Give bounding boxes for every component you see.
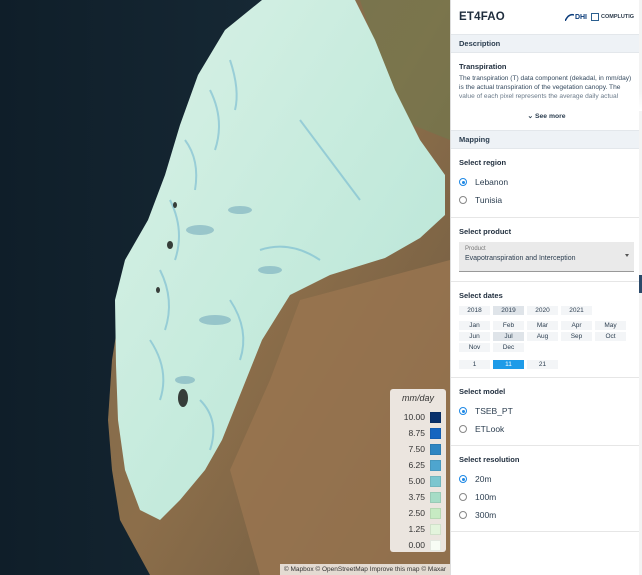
month-chip-active[interactable]: Jul [493, 332, 524, 341]
dates-group: Select dates 2018 2019 2020 2021 Jan Feb… [451, 282, 642, 378]
day-chip[interactable]: 1 [459, 360, 490, 369]
mapping-header[interactable]: Mapping [451, 130, 642, 149]
chevron-down-icon: ⌄ [527, 113, 534, 120]
radio-unchecked-icon[interactable] [459, 493, 467, 501]
product-title: Select product [459, 227, 512, 236]
legend-row: 5.00 [395, 473, 441, 489]
see-more-button[interactable]: ⌄ See more [451, 112, 642, 120]
year-chip[interactable]: 2021 [561, 306, 592, 315]
product-select[interactable]: Product Evapotranspiration and Intercept… [459, 242, 634, 272]
month-chip[interactable]: Apr [561, 321, 592, 330]
complutig-logo: COMPLUTIG [591, 13, 634, 21]
legend-swatch [430, 427, 441, 439]
legend-row: 2.50 [395, 505, 441, 521]
legend-swatch [430, 459, 441, 471]
radio-unchecked-icon[interactable] [459, 425, 467, 433]
year-chip[interactable]: 2020 [527, 306, 558, 315]
complutig-logo-icon [591, 13, 599, 21]
radio-unchecked-icon[interactable] [459, 196, 467, 204]
map-attribution[interactable]: © Mapbox © OpenStreetMap Improve this ma… [279, 564, 450, 575]
resolution-title: Select resolution [459, 455, 520, 464]
month-chip[interactable]: Dec [493, 343, 524, 352]
region-option-tunisia[interactable]: Tunisia [459, 191, 634, 209]
legend-row: 3.75 [395, 489, 441, 505]
legend-swatch [430, 523, 441, 535]
month-chip[interactable]: Aug [527, 332, 558, 341]
month-chip[interactable]: Nov [459, 343, 490, 352]
product-group: Select product Product Evapotranspiratio… [451, 218, 642, 282]
map-view[interactable]: mm/day 10.00 8.75 7.50 6.25 5.00 3.75 2.… [0, 0, 450, 575]
month-chip[interactable]: Mar [527, 321, 558, 330]
resolution-option-20m[interactable]: 20m [459, 470, 634, 488]
resolution-option-100m[interactable]: 100m [459, 488, 634, 506]
dhi-logo-icon [564, 13, 574, 21]
legend-row: 7.50 [395, 441, 441, 457]
description-header[interactable]: Description [451, 34, 642, 53]
radio-checked-icon[interactable] [459, 178, 467, 186]
description-section: Transpiration The transpiration (T) data… [451, 53, 642, 130]
product-value: Evapotranspiration and Interception [465, 255, 576, 262]
satellite-map[interactable] [0, 0, 450, 575]
radio-checked-icon[interactable] [459, 407, 467, 415]
caret-down-icon [625, 254, 629, 257]
panel-header: ET4FAO DHI COMPLUTIG [451, 0, 642, 34]
region-title: Select region [459, 158, 507, 167]
year-chip-active[interactable]: 2019 [493, 306, 524, 315]
legend-swatch [430, 539, 441, 551]
dates-title: Select dates [459, 291, 503, 300]
description-title: Transpiration [459, 62, 507, 71]
model-title: Select model [459, 387, 506, 396]
model-option-tseb-pt[interactable]: TSEB_PT [459, 402, 634, 420]
month-chip[interactable]: Oct [595, 332, 626, 341]
legend-row: 1.25 [395, 521, 441, 537]
month-chips: Jan Feb Mar Apr May Jun Jul Aug Sep Oct … [459, 321, 634, 354]
day-chip[interactable]: 21 [527, 360, 558, 369]
legend-swatch [430, 443, 441, 455]
map-legend: mm/day 10.00 8.75 7.50 6.25 5.00 3.75 2.… [390, 389, 446, 552]
partner-logos: DHI COMPLUTIG [564, 13, 634, 21]
radio-unchecked-icon[interactable] [459, 511, 467, 519]
year-chips: 2018 2019 2020 2021 [459, 306, 634, 317]
legend-swatch [430, 491, 441, 503]
resolution-group: Select resolution 20m 100m 300m [451, 446, 642, 532]
model-group: Select model TSEB_PT ETLook [451, 378, 642, 446]
region-group: Select region Lebanon Tunisia [451, 149, 642, 218]
side-panel: ET4FAO DHI COMPLUTIG Description Transpi… [450, 0, 642, 575]
legend-row: 0.00 [395, 537, 441, 553]
legend-title: mm/day [401, 393, 434, 403]
month-chip[interactable]: May [595, 321, 626, 330]
legend-row: 8.75 [395, 425, 441, 441]
year-chip[interactable]: 2018 [459, 306, 490, 315]
dhi-logo: DHI [564, 13, 587, 21]
legend-swatch [430, 507, 441, 519]
month-chip[interactable]: Jun [459, 332, 490, 341]
model-option-etlook[interactable]: ETLook [459, 420, 634, 438]
app-title: ET4FAO [459, 11, 505, 23]
region-option-lebanon[interactable]: Lebanon [459, 173, 634, 191]
month-chip[interactable]: Jan [459, 321, 490, 330]
legend-swatch [430, 475, 441, 487]
day-chip-selected[interactable]: 11 [493, 360, 524, 369]
radio-checked-icon[interactable] [459, 475, 467, 483]
month-chip[interactable]: Sep [561, 332, 592, 341]
legend-swatch [430, 411, 441, 423]
legend-row: 6.25 [395, 457, 441, 473]
day-chips: 1 11 21 [459, 360, 634, 371]
resolution-option-300m[interactable]: 300m [459, 506, 634, 524]
product-field-label: Product [465, 246, 486, 252]
legend-row: 10.00 [395, 409, 441, 425]
description-fade [451, 91, 642, 111]
month-chip[interactable]: Feb [493, 321, 524, 330]
